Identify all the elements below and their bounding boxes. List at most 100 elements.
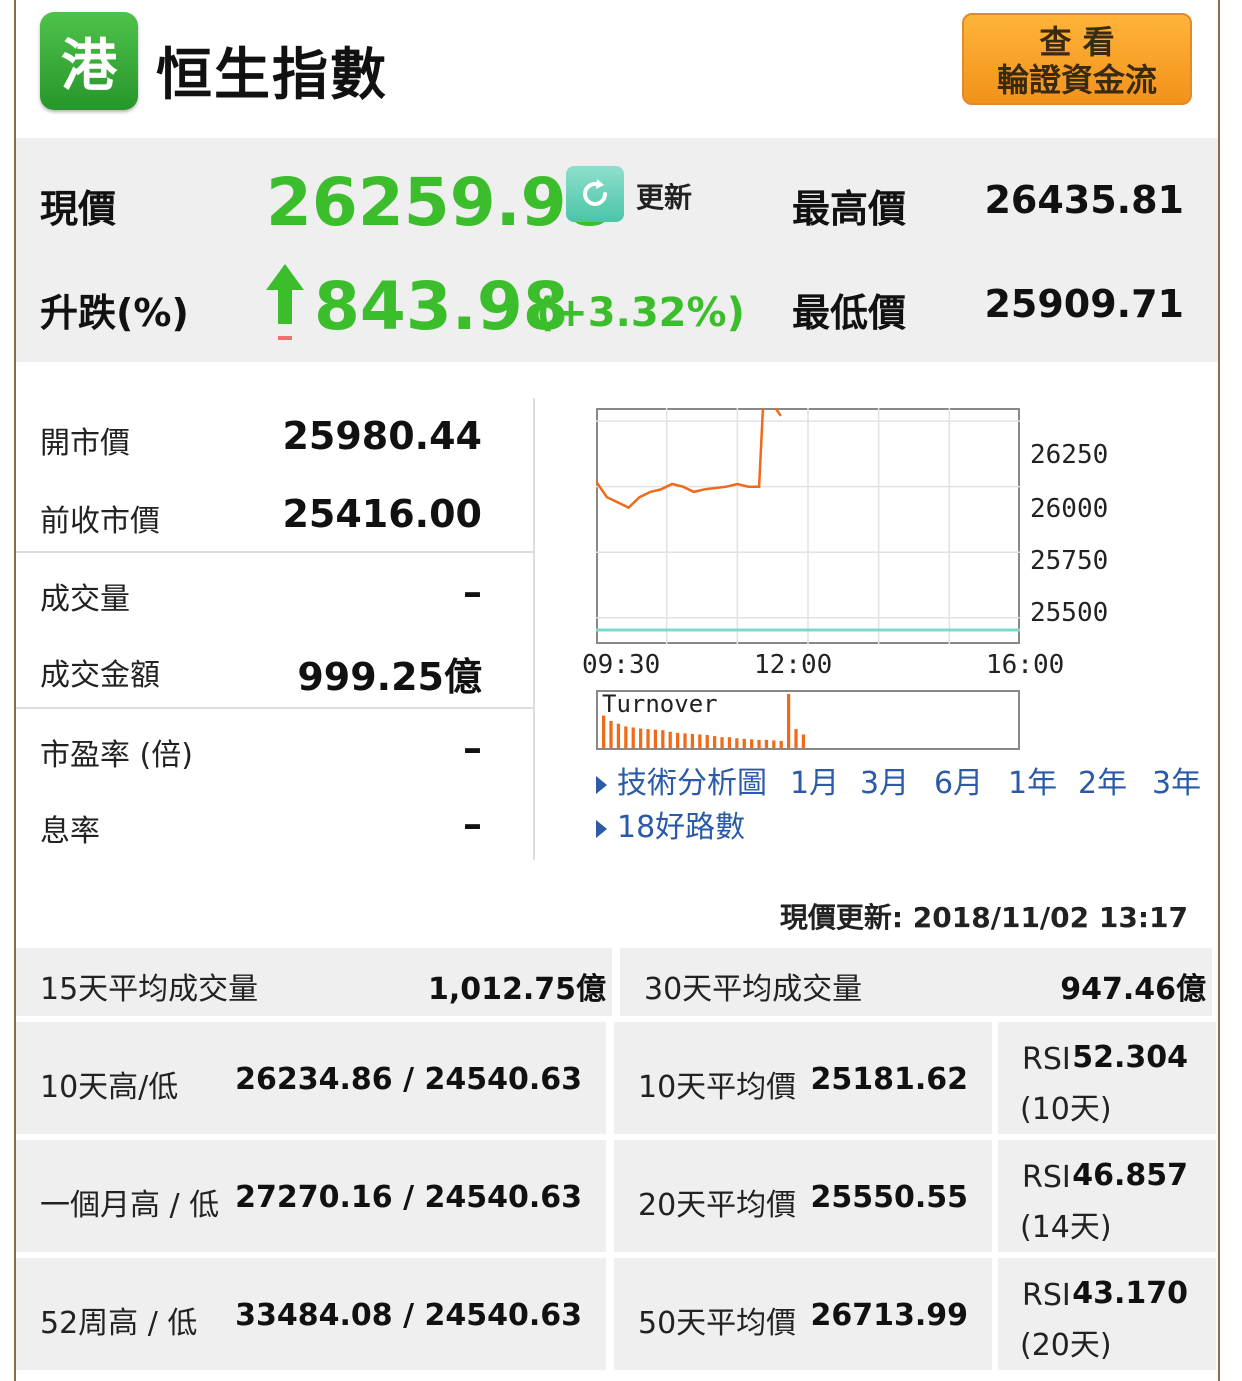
rsi-period: (14天) <box>1020 1210 1112 1245</box>
avg-volume-value: 1,012.75億 <box>427 972 606 1007</box>
stat-value: – <box>463 570 482 614</box>
turnover-bar <box>801 734 806 748</box>
range-label: 10天高/低 <box>40 1070 179 1105</box>
intraday-chart <box>596 408 1020 644</box>
up-arrow-icon <box>266 264 304 340</box>
warrant-flow-button-line2: 輪證資金流 <box>996 61 1157 99</box>
period-link-1m[interactable]: 1月 <box>790 758 839 802</box>
range-value: 26234.86 / 24540.63 <box>235 1062 582 1097</box>
turnover-bar <box>668 731 672 748</box>
turnover-bar <box>772 740 776 748</box>
x-tick-label: 12:00 <box>754 650 833 680</box>
rsi-value: 43.170 <box>1072 1276 1188 1311</box>
stat-value: – <box>463 802 482 846</box>
avg-volume-label: 15天平均成交量 <box>40 972 259 1007</box>
refresh-button-label[interactable]: 更新 <box>636 176 692 216</box>
stat-label: 成交量 <box>40 582 130 617</box>
y-tick-label: 26250 <box>1030 440 1109 470</box>
page-title: 恒生指數 <box>156 43 388 108</box>
stat-label: 息率 <box>40 814 100 849</box>
turnover-bar <box>742 738 746 748</box>
turnover-bar <box>690 733 695 748</box>
turnover-bar <box>779 740 783 748</box>
tech-analysis-link[interactable]: 技術分析圖 <box>596 758 767 802</box>
high-price-value: 26435.81 <box>984 178 1184 222</box>
triangle-right-icon <box>596 775 607 794</box>
refresh-icon[interactable] <box>566 166 624 222</box>
rsi-cell: RSI 52.304 (10天) <box>998 1022 1216 1134</box>
low-price-label: 最低價 <box>792 291 907 335</box>
rsi-value: 52.304 <box>1072 1040 1188 1075</box>
turnover-bar <box>698 734 702 748</box>
avg-price-cell: 10天平均價 25181.62 <box>614 1022 992 1134</box>
stat-row-volume: 成交量 – <box>16 554 534 630</box>
range-cell: 10天高/低 26234.86 / 24540.63 <box>16 1022 606 1134</box>
y-tick-label: 25750 <box>1030 546 1109 576</box>
hk-market-logo: 港 <box>40 12 138 110</box>
turnover-bar <box>705 735 709 748</box>
range-cell: 52周高 / 低 33484.08 / 24540.63 <box>16 1258 606 1370</box>
turnover-bar <box>757 739 761 748</box>
turnover-bar <box>616 723 621 748</box>
turnover-bar <box>624 726 628 748</box>
tech-analysis-label: 技術分析圖 <box>617 766 767 801</box>
change-value: 843.98 <box>314 268 569 345</box>
avg-price-value: 25550.55 <box>810 1180 968 1215</box>
period-link-1y[interactable]: 1年 <box>1008 758 1057 802</box>
avg-price-value: 25181.62 <box>810 1062 968 1097</box>
stat-row-yield: 息率 – <box>16 786 534 862</box>
stat-value: 25980.44 <box>282 414 482 458</box>
range-label: 一個月高 / 低 <box>40 1188 220 1223</box>
turnover-bar <box>653 729 658 748</box>
turnover-bar <box>639 728 643 748</box>
range-value: 33484.08 / 24540.63 <box>235 1298 582 1333</box>
stat-label: 開市價 <box>40 426 130 461</box>
avg-volume-value: 947.46億 <box>1060 972 1206 1007</box>
period-link-3m[interactable]: 3月 <box>860 758 909 802</box>
stat-row-turnover: 成交金額 999.25億 <box>16 630 534 706</box>
range-label: 52周高 / 低 <box>40 1306 198 1341</box>
price-panel: 現價 26259.98 更新 最高價 26435.81 升跌(%) 843.98… <box>16 138 1218 362</box>
period-link-2y[interactable]: 2年 <box>1078 758 1127 802</box>
stat-label: 前收市價 <box>40 504 160 539</box>
stat-value: 25416.00 <box>282 492 482 536</box>
turnover-bar <box>661 730 665 748</box>
rsi-cell: RSI 43.170 (20天) <box>998 1258 1216 1370</box>
avg-price-label: 50天平均價 <box>638 1306 797 1341</box>
turnover-bar <box>631 727 635 748</box>
turnover-bar <box>602 715 606 748</box>
x-tick-label: 16:00 <box>986 650 1065 680</box>
rsi-label: RSI <box>1022 1042 1071 1077</box>
turnover-bar <box>646 729 650 748</box>
divider <box>16 707 534 709</box>
stat-value: 999.25億 <box>297 655 482 699</box>
warrant-flow-button-line1: 查 看 <box>1039 23 1115 61</box>
avg-price-label: 20天平均價 <box>638 1188 797 1223</box>
turnover-bar <box>764 739 769 748</box>
avg-price-label: 10天平均價 <box>638 1070 797 1105</box>
rsi-label: RSI <box>1022 1278 1071 1313</box>
road-count-link[interactable]: 18好路數 <box>596 802 745 846</box>
period-link-6m[interactable]: 6月 <box>934 758 983 802</box>
current-price-label: 現價 <box>40 187 117 231</box>
warrant-flow-button[interactable]: 查 看 輪證資金流 <box>962 13 1192 105</box>
x-tick-label: 09:30 <box>582 650 661 680</box>
rsi-label: RSI <box>1022 1160 1071 1195</box>
turnover-bar <box>609 721 613 748</box>
road-count-label: 18好路數 <box>617 810 746 845</box>
y-tick-label: 25500 <box>1030 598 1109 628</box>
price-updated-timestamp: 現價更新: 2018/11/02 13:17 <box>779 901 1188 934</box>
low-price-value: 25909.71 <box>984 282 1184 326</box>
turnover-bar <box>794 729 798 748</box>
high-price-label: 最高價 <box>792 187 907 231</box>
turnover-bar <box>683 733 687 748</box>
avg-volume-label: 30天平均成交量 <box>644 972 863 1007</box>
turnover-bar <box>676 732 680 748</box>
avg-price-cell: 20天平均價 25550.55 <box>614 1140 992 1252</box>
period-link-3y[interactable]: 3年 <box>1152 758 1201 802</box>
turnover-bar <box>735 738 739 748</box>
current-price-value: 26259.98 <box>266 164 613 241</box>
stat-row-open: 開市價 25980.44 <box>16 398 534 474</box>
header: 港 恒生指數 查 看 輪證資金流 <box>16 0 1218 136</box>
rsi-value: 46.857 <box>1072 1158 1188 1193</box>
